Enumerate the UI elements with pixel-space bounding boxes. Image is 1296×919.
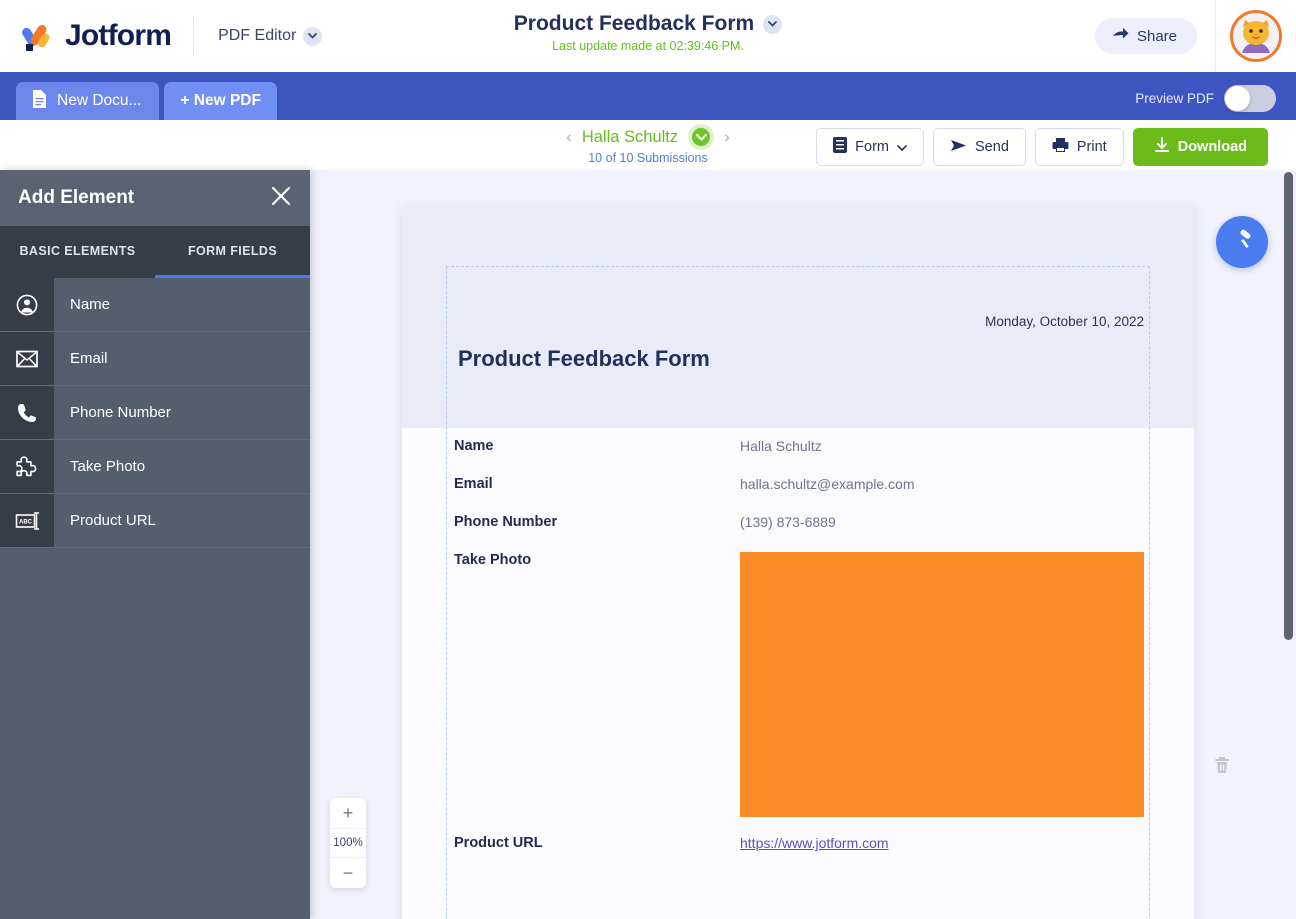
- tab-new-document-label: New Docu...: [57, 92, 141, 110]
- submission-dropdown-icon[interactable]: [688, 124, 714, 150]
- user-circle-icon: [0, 278, 54, 331]
- field-item-phone-number[interactable]: Phone Number: [0, 386, 310, 440]
- puzzle-piece-icon: [0, 440, 54, 493]
- form-chevron-down-icon: [897, 139, 907, 155]
- tab-form-fields[interactable]: FORM FIELDS: [155, 226, 310, 278]
- new-pdf-button[interactable]: + New PDF: [164, 82, 277, 120]
- field-item-label: Phone Number: [54, 386, 310, 439]
- new-pdf-label: + New PDF: [180, 92, 261, 110]
- header-divider-2: [1215, 0, 1216, 72]
- tab-new-document[interactable]: New Docu...: [16, 82, 159, 120]
- field-label: Product URL: [454, 835, 543, 851]
- product-label: PDF Editor: [218, 27, 296, 45]
- pdf-page[interactable]: Monday, October 10, 2022 Product Feedbac…: [402, 206, 1194, 919]
- form-label: Form: [855, 139, 889, 155]
- next-submission-button[interactable]: ›: [724, 127, 730, 147]
- document-fields: Name Halla Schultz Email halla.schultz@e…: [402, 438, 1194, 875]
- product-switcher[interactable]: PDF Editor: [218, 27, 322, 46]
- document-heading: Product Feedback Form: [458, 346, 710, 372]
- share-arrow-icon: [1112, 27, 1129, 45]
- header-divider: [193, 17, 194, 55]
- document-icon: [31, 89, 48, 114]
- photo-image[interactable]: [740, 552, 1144, 817]
- field-item-email[interactable]: Email: [0, 332, 310, 386]
- download-button[interactable]: Download: [1133, 128, 1268, 166]
- field-label: Take Photo: [454, 552, 531, 568]
- product-url-link[interactable]: https://www.jotform.com: [740, 835, 889, 851]
- download-label: Download: [1178, 139, 1247, 155]
- field-row-phone[interactable]: Phone Number (139) 873-6889: [402, 514, 1194, 552]
- field-value: halla.schultz@example.com: [740, 476, 915, 492]
- share-button[interactable]: Share: [1095, 18, 1197, 54]
- send-button[interactable]: Send: [933, 128, 1026, 166]
- page-title: Product Feedback Form: [514, 12, 754, 36]
- zoom-level: 100%: [330, 828, 366, 858]
- jotform-logo-icon: [22, 19, 56, 53]
- send-icon: [950, 138, 967, 157]
- abc-textbox-icon: ABC: [0, 494, 54, 547]
- field-row-take-photo[interactable]: Take Photo: [402, 552, 1194, 835]
- preview-pdf-control: Preview PDF: [1135, 85, 1296, 120]
- add-element-panel: Add Element BASIC ELEMENTS FORM FIELDS N…: [0, 170, 310, 919]
- toggle-knob: [1225, 86, 1250, 111]
- field-row-name[interactable]: Name Halla Schultz: [402, 438, 1194, 476]
- field-item-label: Email: [54, 332, 310, 385]
- download-icon: [1154, 137, 1170, 158]
- form-button[interactable]: Form: [816, 128, 924, 166]
- document-tabbar: New Docu... + New PDF Preview PDF: [0, 72, 1296, 120]
- theme-paint-button[interactable]: [1216, 216, 1268, 268]
- editor-toolbar: Form Send Print Download: [816, 128, 1268, 166]
- panel-header: Add Element: [0, 170, 310, 226]
- brand-logo[interactable]: Jotform: [0, 19, 171, 53]
- prev-submission-button[interactable]: ‹: [566, 127, 572, 147]
- field-value: (139) 873-6889: [740, 514, 836, 530]
- field-value: Halla Schultz: [740, 438, 822, 454]
- field-label: Name: [454, 438, 494, 454]
- vertical-scrollbar[interactable]: [1284, 172, 1293, 640]
- chevron-down-icon[interactable]: [303, 27, 322, 46]
- svg-text:ABC: ABC: [19, 519, 33, 525]
- send-label: Send: [975, 139, 1009, 155]
- print-button[interactable]: Print: [1035, 128, 1124, 166]
- avatar[interactable]: [1230, 10, 1282, 62]
- field-item-product-url[interactable]: ABC Product URL: [0, 494, 310, 548]
- submission-bar: ‹ Halla Schultz › 10 of 10 Submissions F…: [0, 120, 1296, 170]
- field-label: Email: [454, 476, 493, 492]
- zoom-control: + 100% −: [330, 798, 366, 888]
- document-date: Monday, October 10, 2022: [985, 314, 1144, 329]
- title-chevron-down-icon[interactable]: [763, 15, 782, 34]
- printer-icon: [1052, 137, 1069, 157]
- paint-roller-icon: [1230, 228, 1254, 257]
- submission-name[interactable]: Halla Schultz: [582, 128, 678, 147]
- tab-basic-elements[interactable]: BASIC ELEMENTS: [0, 226, 155, 278]
- app-header: Jotform PDF Editor Product Feedback Form…: [0, 0, 1296, 72]
- field-item-take-photo[interactable]: Take Photo: [0, 440, 310, 494]
- share-label: Share: [1137, 28, 1177, 45]
- field-item-label: Name: [54, 278, 310, 331]
- preview-pdf-toggle[interactable]: [1224, 85, 1276, 112]
- field-item-label: Product URL: [54, 494, 310, 547]
- panel-title: Add Element: [18, 187, 134, 209]
- brand-name: Jotform: [65, 19, 171, 53]
- preview-pdf-label: Preview PDF: [1135, 91, 1214, 106]
- phone-icon: [0, 386, 54, 439]
- form-icon: [833, 137, 847, 157]
- zoom-out-button[interactable]: −: [330, 858, 366, 888]
- field-label: Phone Number: [454, 514, 557, 530]
- print-label: Print: [1077, 139, 1107, 155]
- envelope-icon: [0, 332, 54, 385]
- field-row-email[interactable]: Email halla.schultz@example.com: [402, 476, 1194, 514]
- field-item-label: Take Photo: [54, 440, 310, 493]
- close-icon[interactable]: [270, 185, 292, 212]
- zoom-in-button[interactable]: +: [330, 798, 366, 828]
- panel-tabs: BASIC ELEMENTS FORM FIELDS: [0, 226, 310, 278]
- form-fields-list: Name Email Phone Number Take Photo A: [0, 278, 310, 548]
- field-item-name[interactable]: Name: [0, 278, 310, 332]
- field-row-product-url[interactable]: Product URL https://www.jotform.com: [402, 835, 1194, 875]
- delete-icon[interactable]: [1214, 756, 1230, 779]
- header-right-group: Share: [1095, 0, 1296, 72]
